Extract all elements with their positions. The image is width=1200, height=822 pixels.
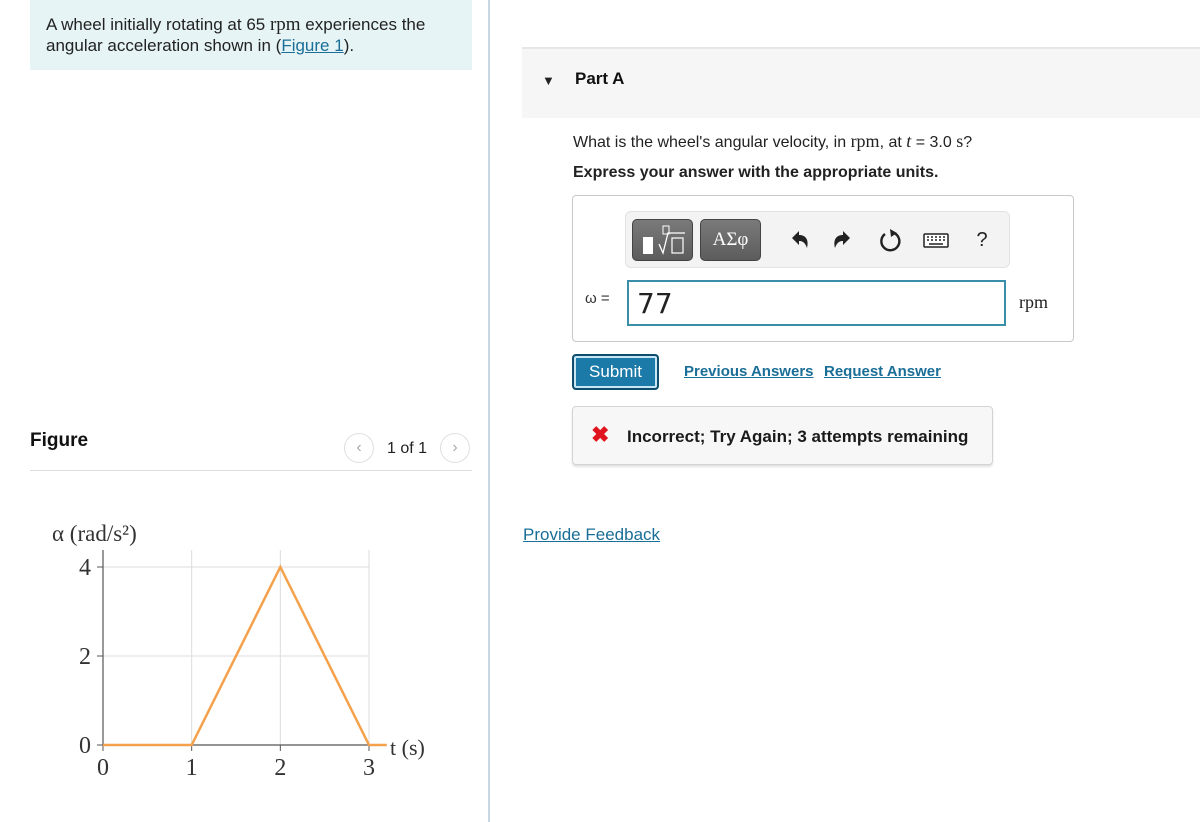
question-part: ?: [963, 134, 973, 151]
symbols-button[interactable]: ΑΣφ: [700, 219, 761, 261]
previous-answers-link[interactable]: Previous Answers: [684, 363, 814, 380]
chart-grid: [103, 550, 370, 745]
x-tick-label: 2: [274, 755, 286, 781]
question-part: What is the wheel's angular velocity, in: [573, 134, 851, 151]
collapse-caret-icon[interactable]: ▼: [542, 73, 555, 88]
chevron-left-icon: ‹: [356, 439, 362, 456]
intro-text: A wheel initially rotating at 65: [46, 15, 270, 34]
part-a-header[interactable]: ▼ Part A: [522, 47, 1200, 118]
figure-link[interactable]: Figure 1: [281, 36, 343, 55]
figure-pager-text: 1 of 1: [387, 440, 428, 457]
part-title: Part A: [575, 69, 625, 88]
chevron-right-icon: ›: [452, 439, 458, 456]
redo-icon[interactable]: [828, 226, 856, 254]
reset-icon[interactable]: [876, 226, 904, 254]
instruction-text: Express your answer with the appropriate…: [573, 164, 939, 181]
request-answer-link[interactable]: Request Answer: [824, 363, 941, 380]
x-tick-label: 3: [363, 755, 375, 781]
keyboard-icon[interactable]: [922, 226, 950, 254]
y-tick-label: 4: [79, 555, 91, 581]
question-part: , at: [879, 134, 907, 151]
question-text: What is the wheel's angular velocity, in…: [573, 131, 972, 152]
feedback-text: Incorrect; Try Again; 3 attempts remaini…: [627, 427, 969, 446]
previous-figure-button[interactable]: ‹: [344, 433, 374, 463]
help-icon[interactable]: ?: [968, 226, 996, 254]
y-axis-label: α (rad/s²): [52, 521, 137, 546]
question-part: = 3.0: [911, 134, 957, 151]
figure-divider: [30, 470, 472, 471]
y-tick-label: 0: [79, 733, 91, 759]
next-figure-button[interactable]: ›: [440, 433, 470, 463]
submit-button[interactable]: Submit: [572, 354, 659, 390]
answer-box: ΑΣφ ? ω = rpm: [572, 195, 1074, 342]
answer-unit-label: rpm: [1019, 292, 1048, 312]
provide-feedback-link[interactable]: Provide Feedback: [523, 525, 660, 545]
intro-unit: rpm: [269, 14, 301, 35]
intro-text-end: ).: [343, 36, 355, 55]
incorrect-x-icon: ✖: [591, 422, 610, 447]
problem-statement: A wheel initially rotating at 65 rpm exp…: [30, 0, 472, 70]
templates-button[interactable]: [632, 219, 693, 261]
acceleration-chart: 0 1 2 3 0 2 4 α (rad/s²) t (s): [52, 521, 425, 781]
x-axis-label: t (s): [390, 735, 425, 760]
panel-divider[interactable]: [488, 0, 490, 822]
x-tick-label: 1: [186, 755, 198, 781]
figure-heading: Figure: [30, 430, 89, 451]
templates-icon: [643, 225, 685, 255]
y-tick-label: 2: [79, 644, 91, 670]
undo-icon[interactable]: [786, 226, 814, 254]
math-toolbar: ΑΣφ ?: [625, 211, 1010, 268]
x-tick-label: 0: [97, 755, 109, 781]
feedback-message-box: ✖ Incorrect; Try Again; 3 attempts remai…: [572, 406, 993, 465]
answer-variable-label: ω =: [585, 290, 610, 307]
chart-axes: [97, 550, 370, 751]
question-unit: rpm: [850, 131, 880, 151]
answer-input[interactable]: [627, 280, 1006, 326]
